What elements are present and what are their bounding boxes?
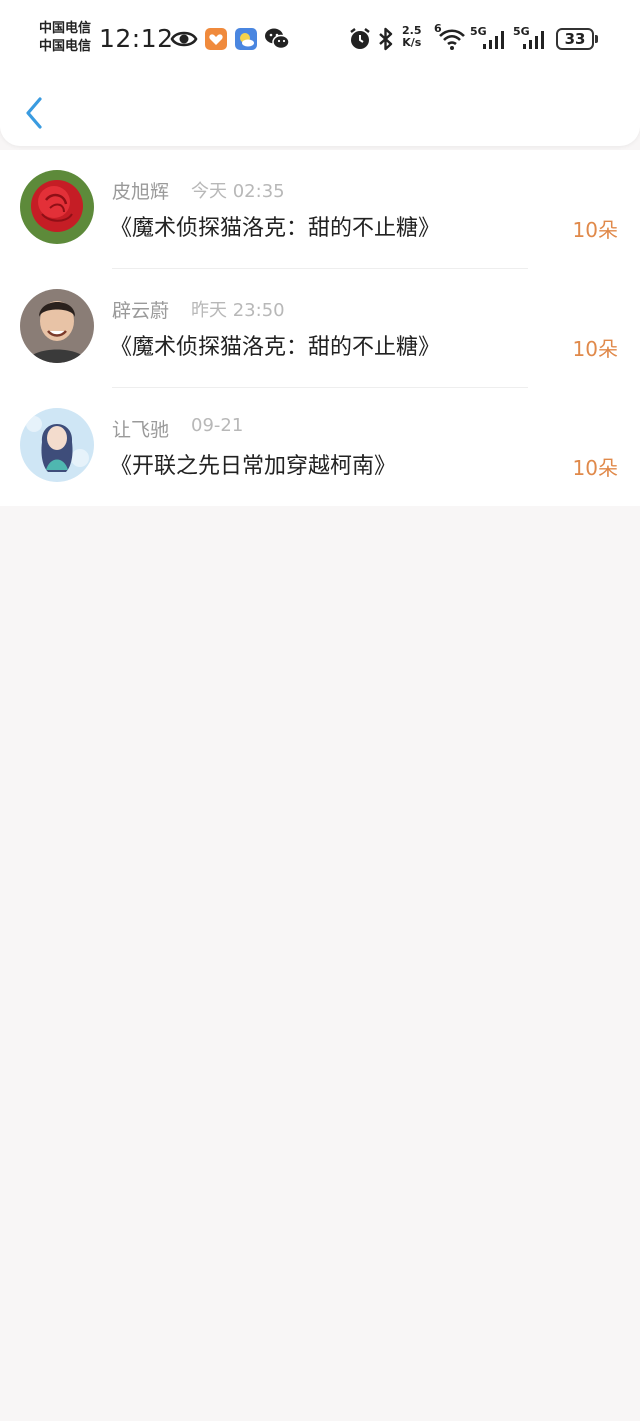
sender-name: 皮旭辉 [112, 181, 170, 203]
sender-name: 辟云蔚 [112, 300, 170, 322]
weather-icon [235, 28, 257, 50]
send-time: 09-21 [191, 415, 244, 436]
net-speed: 2.5 K/s [402, 25, 422, 49]
eye-icon [170, 31, 198, 47]
send-time: 昨天 23:50 [191, 300, 285, 321]
top-bar: 中国电信 中国电信 12:12 2.5 K/s 6 5G 5G 33 [0, 0, 640, 146]
app-heart-icon [205, 28, 227, 50]
wechat-icon [265, 28, 290, 50]
book-title[interactable]: 《开联之先日常加穿越柯南》 [110, 448, 396, 480]
net-speed-unit: K/s [402, 36, 422, 49]
anime-avatar-image [20, 408, 94, 482]
battery-icon: 33 [556, 28, 594, 50]
list-item[interactable]: 皮旭辉 今天 02:35 《魔术侦探猫洛克：甜的不止糖》 10朵 [0, 150, 640, 269]
gift-list: 皮旭辉 今天 02:35 《魔术侦探猫洛克：甜的不止糖》 10朵 辟云蔚 昨天 … [0, 150, 640, 506]
avatar[interactable] [20, 289, 94, 363]
gift-amount: 10朵 [572, 218, 618, 242]
battery-cap [595, 35, 598, 43]
rose-avatar-image [20, 170, 94, 244]
list-item[interactable]: 辟云蔚 昨天 23:50 《魔术侦探猫洛克：甜的不止糖》 10朵 [0, 269, 640, 388]
book-title[interactable]: 《魔术侦探猫洛克：甜的不止糖》 [110, 329, 440, 361]
gift-amount: 10朵 [572, 456, 618, 480]
signal-icon-2 [523, 31, 544, 49]
status-clock: 12:12 [99, 24, 174, 53]
list-item[interactable]: 让飞驰 09-21 《开联之先日常加穿越柯南》 10朵 [0, 388, 640, 507]
gift-amount: 10朵 [572, 337, 618, 361]
person-avatar-image [20, 289, 94, 363]
back-chevron-icon[interactable] [22, 95, 48, 131]
wifi-icon [439, 29, 465, 50]
send-time: 今天 02:35 [191, 181, 285, 202]
avatar[interactable] [20, 170, 94, 244]
bluetooth-icon [379, 27, 393, 51]
book-title[interactable]: 《魔术侦探猫洛克：甜的不止糖》 [110, 210, 440, 242]
sender-name: 让飞驰 [112, 419, 170, 441]
signal-icon [483, 31, 504, 49]
alarm-icon [350, 28, 370, 49]
carrier-labels: 中国电信 中国电信 [39, 20, 91, 56]
carrier-2: 中国电信 [39, 39, 92, 54]
avatar[interactable] [20, 408, 94, 482]
carrier-1: 中国电信 [39, 21, 92, 36]
